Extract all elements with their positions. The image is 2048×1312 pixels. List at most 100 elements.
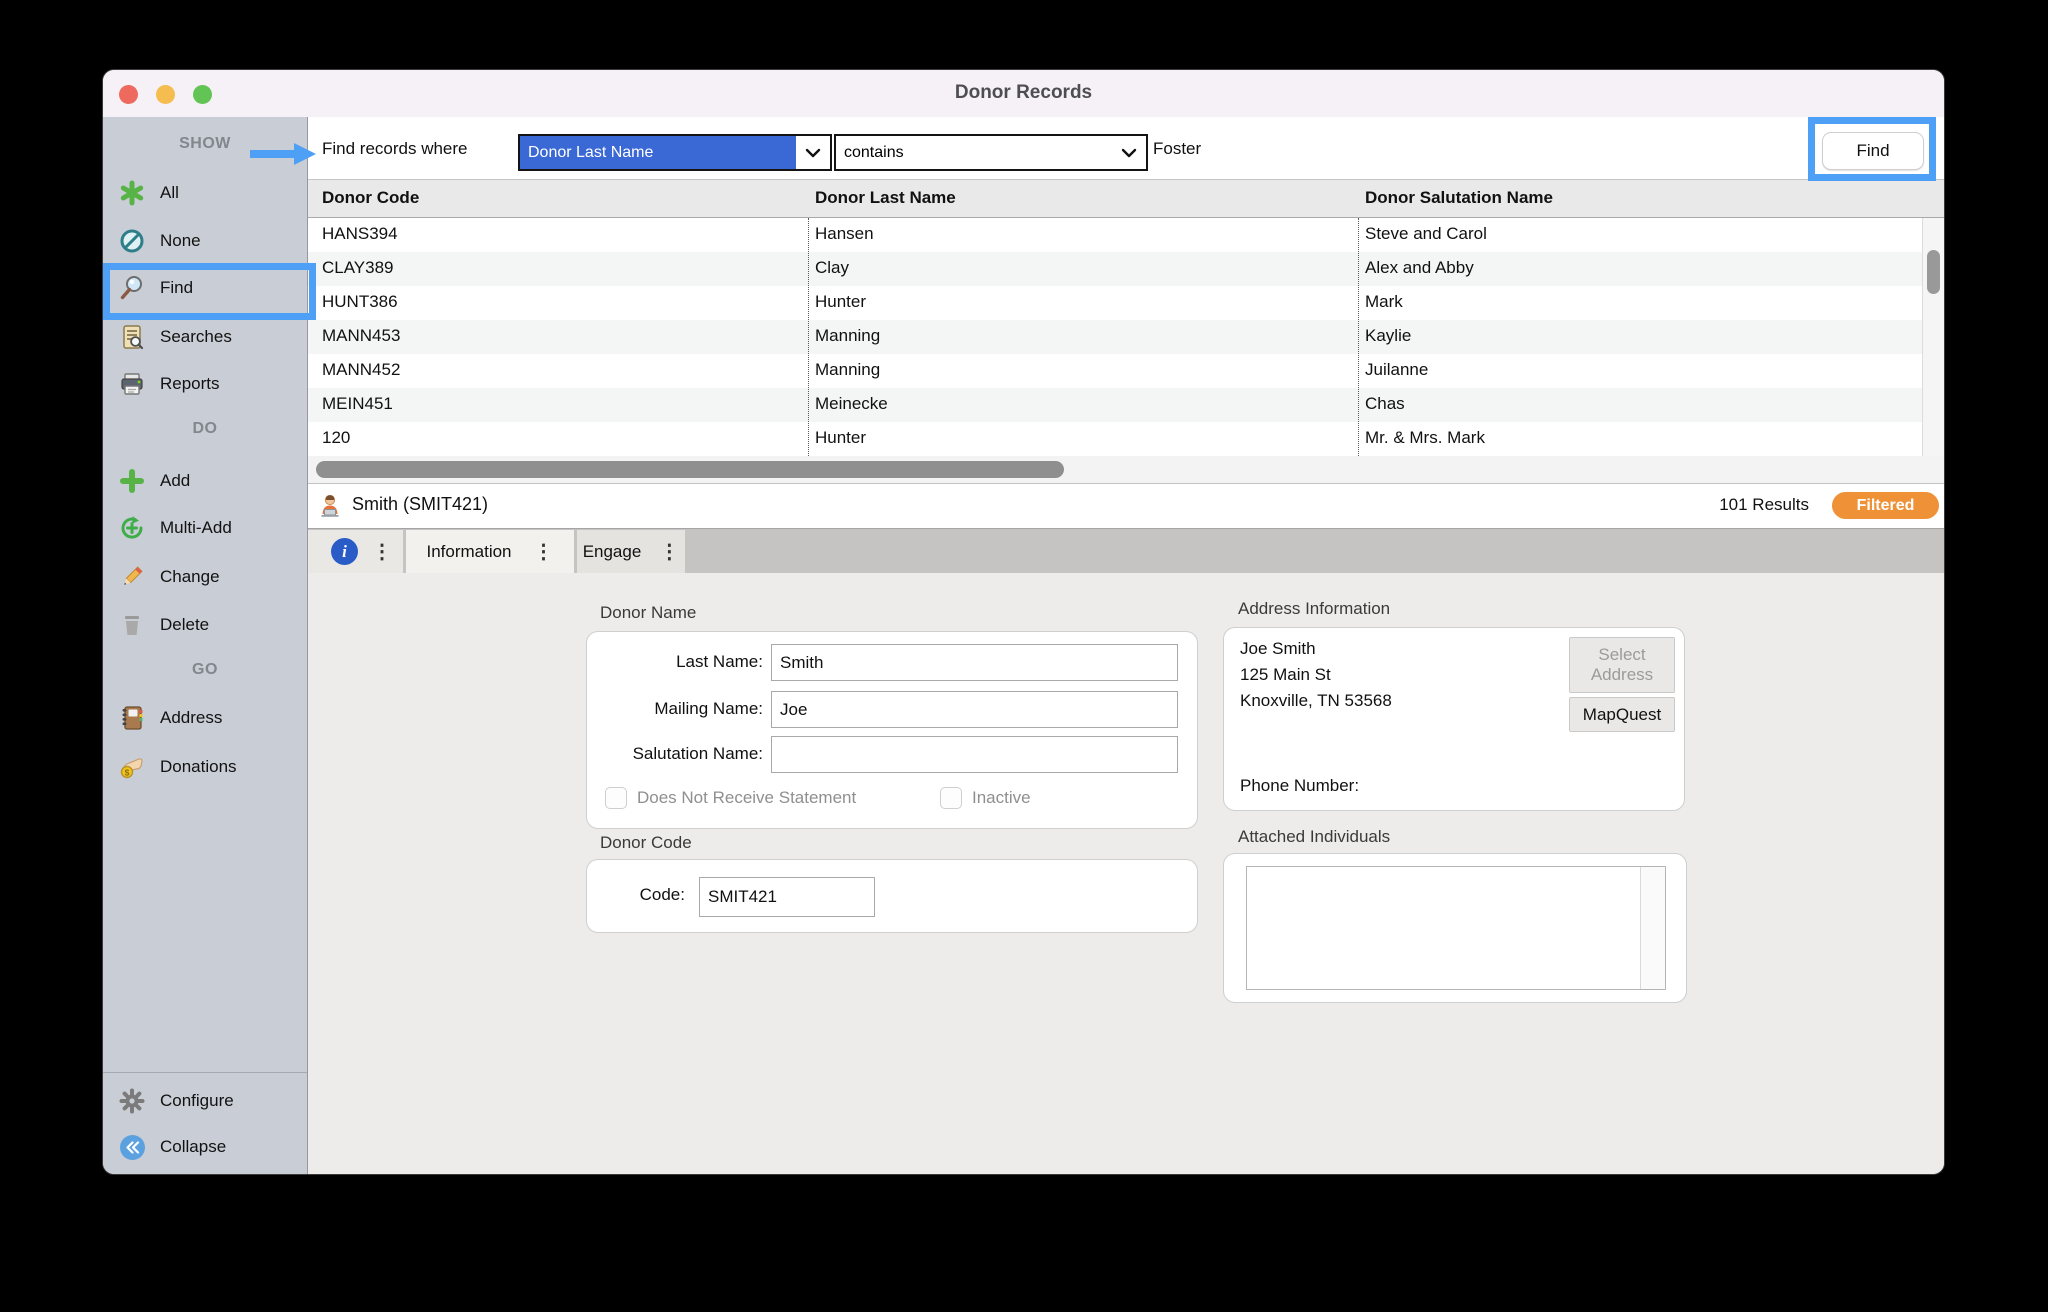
trash-icon [118, 611, 146, 639]
sidebar-item-label: Multi-Add [160, 518, 232, 538]
person-icon [316, 492, 344, 520]
table-row[interactable]: MANN453 Manning Kaylie [308, 320, 1922, 354]
sidebar-item-configure[interactable]: Configure [103, 1083, 307, 1119]
cell-donor-salutation: Mr. & Mrs. Mark [1365, 428, 1485, 448]
column-separator [808, 218, 809, 456]
sidebar-item-label: Donations [160, 757, 237, 777]
operator-select-value: contains [836, 136, 1112, 169]
tab-information[interactable]: Information ⋮ [406, 530, 574, 573]
attached-individuals-panel [1223, 853, 1687, 1003]
cell-donor-code: MANN452 [322, 360, 400, 380]
sidebar-item-label: Delete [160, 615, 209, 635]
tab-engage[interactable]: Engage ⋮ [577, 530, 685, 573]
saved-searches-icon [118, 323, 146, 351]
cell-donor-salutation: Alex and Abby [1365, 258, 1474, 278]
sidebar-item-delete[interactable]: Delete [103, 607, 307, 643]
address-info-panel: Joe Smith 125 Main St Knoxville, TN 5356… [1223, 627, 1685, 811]
sidebar-item-address[interactable]: Address [103, 700, 307, 736]
hand-coin-icon: $ [118, 753, 146, 781]
address-info-section-title: Address Information [1238, 599, 1390, 619]
sidebar-item-donations[interactable]: $ Donations [103, 749, 307, 785]
field-select[interactable]: Donor Last Name [518, 134, 832, 171]
column-header-donor-salutation-name[interactable]: Donor Salutation Name [1365, 188, 1553, 208]
table-row[interactable]: HANS394 Hansen Steve and Carol [308, 218, 1922, 252]
does-not-receive-statement-checkbox[interactable] [605, 787, 627, 809]
sidebar-item-all[interactable]: All [103, 175, 307, 211]
cell-donor-code: MEIN451 [322, 394, 393, 414]
address-name-line: Joe Smith [1240, 636, 1392, 662]
sidebar-item-collapse[interactable]: Collapse [103, 1129, 307, 1165]
select-address-button[interactable]: Select Address [1569, 637, 1675, 693]
column-header-donor-code[interactable]: Donor Code [322, 188, 419, 208]
sidebar-item-label: Change [160, 567, 220, 587]
sidebar-item-searches[interactable]: Searches [103, 319, 307, 355]
tab-bar: i ⋮ Information ⋮ Engage ⋮ [308, 528, 1944, 573]
cell-donor-last-name: Hansen [815, 224, 874, 244]
asterisk-icon [118, 179, 146, 207]
cell-donor-salutation: Chas [1365, 394, 1405, 414]
vertical-scrollbar-thumb[interactable] [1927, 250, 1940, 294]
attached-individuals-list[interactable] [1246, 866, 1666, 990]
table-row[interactable]: CLAY389 Clay Alex and Abby [308, 252, 1922, 286]
does-not-receive-statement-label: Does Not Receive Statement [637, 788, 856, 808]
cell-donor-last-name: Manning [815, 360, 880, 380]
window-title: Donor Records [103, 82, 1944, 104]
search-query-input[interactable]: Foster [1153, 139, 1201, 159]
sidebar-item-multi-add[interactable]: Multi-Add [103, 510, 307, 546]
cell-donor-salutation: Mark [1365, 292, 1403, 312]
inactive-label: Inactive [972, 788, 1031, 808]
address-city-line: Knoxville, TN 53568 [1240, 688, 1392, 714]
table-row[interactable]: HUNT386 Hunter Mark [308, 286, 1922, 320]
sidebar-divider [103, 1072, 307, 1073]
mapquest-button[interactable]: MapQuest [1569, 697, 1675, 732]
table-row[interactable]: MEIN451 Meinecke Chas [308, 388, 1922, 422]
info-icon[interactable]: i [331, 538, 358, 565]
list-scrollbar-track[interactable] [1640, 867, 1665, 989]
table-row[interactable]: 120 Hunter Mr. & Mrs. Mark [308, 422, 1922, 456]
cell-donor-code: MANN453 [322, 326, 400, 346]
cell-donor-salutation: Steve and Carol [1365, 224, 1487, 244]
svg-text:$: $ [125, 767, 130, 777]
attached-individuals-section-title: Attached Individuals [1238, 827, 1390, 847]
sidebar-item-label: Configure [160, 1091, 234, 1111]
chevron-down-icon [796, 136, 830, 169]
donor-name-panel: Last Name: Mailing Name: Salutation Name… [586, 631, 1198, 829]
pointer-arrow-annotation [250, 143, 316, 165]
gear-icon [118, 1087, 146, 1115]
donor-name-section-title: Donor Name [600, 603, 696, 623]
printer-icon [118, 370, 146, 398]
vertical-scrollbar[interactable] [1922, 218, 1944, 456]
column-header-donor-last-name[interactable]: Donor Last Name [815, 188, 956, 208]
kebab-menu-icon[interactable]: ⋮ [372, 542, 392, 562]
sidebar-item-label: Add [160, 471, 190, 491]
find-records-where-label: Find records where [322, 139, 468, 159]
table-row[interactable]: MANN452 Manning Juilanne [308, 354, 1922, 388]
code-label: Code: [587, 885, 685, 905]
horizontal-scrollbar-thumb[interactable] [316, 461, 1064, 478]
sidebar-section-do: DO [103, 420, 307, 438]
sidebar-item-label: Address [160, 708, 222, 728]
sidebar-item-none[interactable]: None [103, 223, 307, 259]
cell-donor-last-name: Meinecke [815, 394, 888, 414]
operator-select[interactable]: contains [834, 134, 1148, 171]
sidebar-item-label: All [160, 183, 179, 203]
sidebar-item-change[interactable]: Change [103, 559, 307, 595]
kebab-menu-icon[interactable]: ⋮ [534, 542, 554, 562]
inactive-checkbox[interactable] [940, 787, 962, 809]
sidebar-item-label: Reports [160, 374, 220, 394]
kebab-menu-icon[interactable]: ⋮ [659, 542, 679, 562]
tab-info-segment[interactable]: i ⋮ [308, 530, 403, 573]
chevron-down-icon [1112, 136, 1146, 169]
salutation-name-input[interactable] [771, 736, 1178, 773]
sidebar-item-add[interactable]: Add [103, 463, 307, 499]
horizontal-scrollbar[interactable] [308, 456, 1944, 484]
last-name-input[interactable] [771, 644, 1178, 681]
filtered-badge[interactable]: Filtered [1832, 492, 1939, 519]
find-bar: Find records where Donor Last Name conta… [308, 117, 1944, 180]
sidebar-item-reports[interactable]: Reports [103, 366, 307, 402]
donor-code-input[interactable] [699, 877, 875, 917]
address-street-line: 125 Main St [1240, 662, 1392, 688]
mailing-name-label: Mailing Name: [587, 699, 763, 719]
mailing-name-input[interactable] [771, 691, 1178, 728]
cell-donor-last-name: Hunter [815, 428, 866, 448]
